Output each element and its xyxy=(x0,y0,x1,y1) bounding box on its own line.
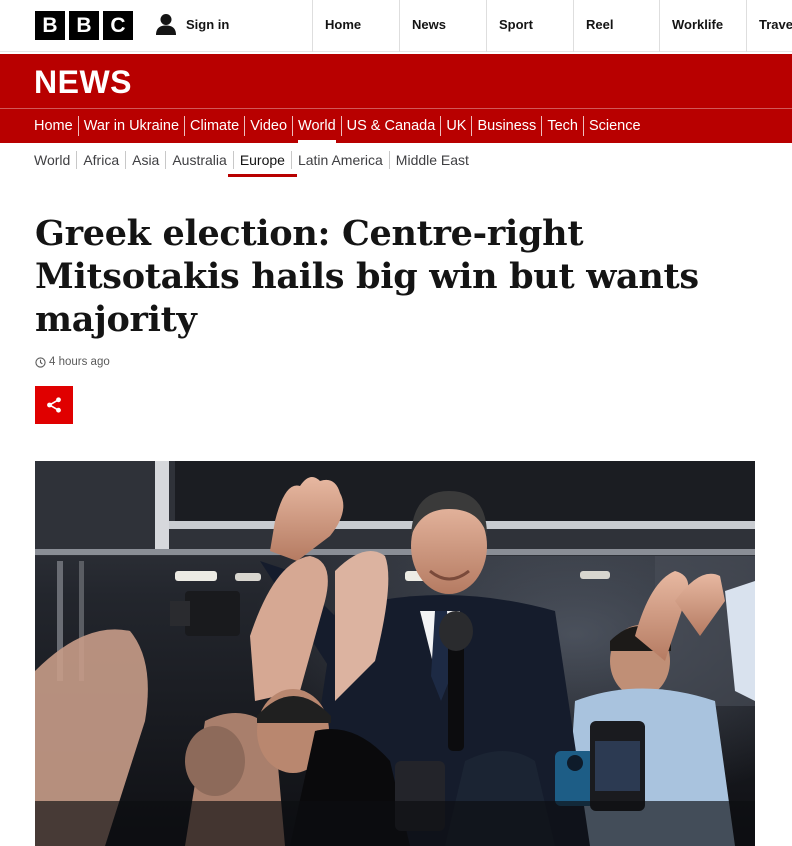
primary-nav-uk[interactable]: UK xyxy=(441,109,471,143)
secondary-nav-africa[interactable]: Africa xyxy=(77,144,125,176)
world-secondary-nav: World Africa Asia Australia Europe Latin… xyxy=(0,143,792,177)
share-button[interactable] xyxy=(35,386,73,424)
primary-nav-home[interactable]: Home xyxy=(34,109,78,143)
bbc-logo-letter: B xyxy=(35,11,65,40)
bbc-logo[interactable]: B B C xyxy=(35,11,133,40)
primary-nav-tech[interactable]: Tech xyxy=(542,109,583,143)
sign-in-label: Sign in xyxy=(186,16,230,32)
timestamp-label: 4 hours ago xyxy=(49,356,110,368)
global-nav-reel[interactable]: Reel xyxy=(573,0,659,52)
news-banner: NEWS xyxy=(0,54,792,108)
secondary-nav-australia[interactable]: Australia xyxy=(166,144,232,176)
article-timestamp: 4 hours ago xyxy=(35,356,110,368)
news-wordmark[interactable]: NEWS xyxy=(34,64,132,101)
article-headline: Greek election: Centre-right Mitsotakis … xyxy=(35,213,699,340)
global-nav: Home News Sport Reel Worklife Travel xyxy=(312,0,792,52)
secondary-nav-world[interactable]: World xyxy=(34,144,76,176)
clock-icon xyxy=(35,356,46,368)
primary-nav-war-in-ukraine[interactable]: War in Ukraine xyxy=(79,109,184,143)
secondary-nav-europe[interactable]: Europe xyxy=(227,144,298,177)
global-nav-travel[interactable]: Travel xyxy=(746,0,792,52)
news-primary-nav: Home War in Ukraine Climate Video World … xyxy=(0,108,792,143)
primary-nav-climate[interactable]: Climate xyxy=(185,109,244,143)
global-nav-news[interactable]: News xyxy=(399,0,486,52)
secondary-nav-middle-east[interactable]: Middle East xyxy=(390,144,475,176)
primary-nav-business[interactable]: Business xyxy=(472,109,541,143)
primary-nav-video[interactable]: Video xyxy=(245,109,292,143)
secondary-nav-asia[interactable]: Asia xyxy=(126,144,165,176)
primary-nav-world[interactable]: World xyxy=(293,109,341,143)
bbc-logo-letter: B xyxy=(69,11,99,40)
primary-nav-science[interactable]: Science xyxy=(584,109,646,143)
share-icon xyxy=(47,397,61,413)
global-nav-home[interactable]: Home xyxy=(312,0,399,52)
sign-in-link[interactable]: Sign in xyxy=(155,13,229,35)
article-photo xyxy=(35,461,755,846)
global-nav-worklife[interactable]: Worklife xyxy=(659,0,746,52)
secondary-nav-latin-america[interactable]: Latin America xyxy=(292,144,389,176)
user-icon xyxy=(155,13,177,35)
election-crowd-illustration xyxy=(35,461,755,846)
global-nav-sport[interactable]: Sport xyxy=(486,0,573,52)
primary-nav-us-canada[interactable]: US & Canada xyxy=(342,109,441,143)
global-header: B B C Sign in Home News Sport Reel Workl… xyxy=(0,0,792,52)
bbc-logo-letter: C xyxy=(103,11,133,40)
